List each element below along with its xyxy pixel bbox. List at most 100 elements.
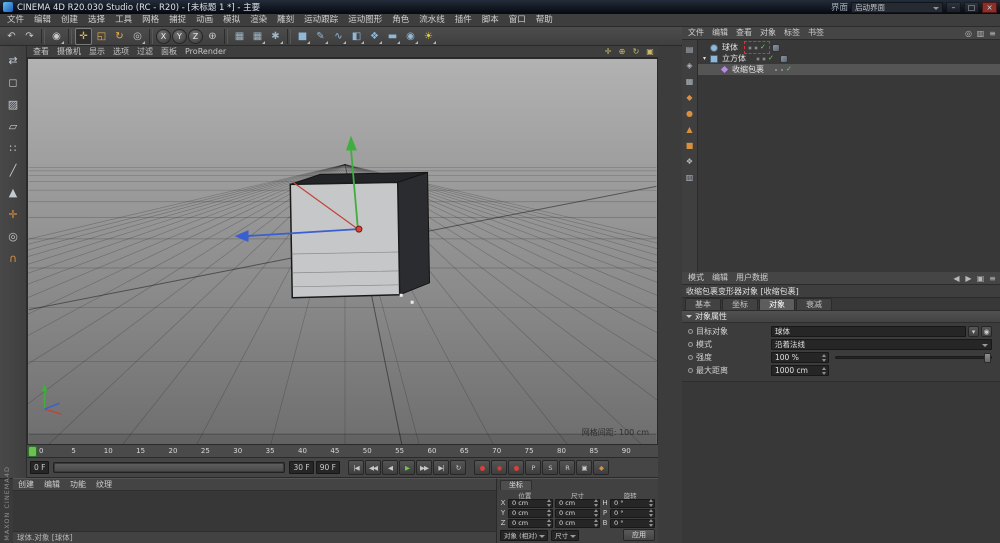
current-frame-marker[interactable]	[28, 446, 37, 457]
interface-dropdown[interactable]: 启动界面	[851, 2, 943, 13]
separator[interactable]	[41, 29, 45, 44]
frame-tick-label[interactable]: 0	[39, 447, 71, 455]
om-menu-icon[interactable]: ≡	[987, 28, 998, 38]
object-type-icon[interactable]	[710, 55, 718, 63]
range-end-field[interactable]: 90 F	[316, 461, 340, 474]
frame-tick-label[interactable]: 45	[330, 447, 362, 455]
add-array-menu[interactable]: ❖	[366, 28, 383, 45]
size-mode-dropdown[interactable]: 尺寸	[551, 530, 579, 541]
mode-dropdown[interactable]: 沿着法线	[771, 339, 992, 350]
menubar-item[interactable]: 雕刻	[272, 14, 299, 26]
spinner-icon[interactable]	[593, 509, 598, 517]
target-object-link-field[interactable]: 球体	[771, 326, 966, 337]
rotation-field[interactable]: 0 °	[610, 499, 655, 508]
side-palette-icon-8[interactable]: ❖	[683, 155, 696, 168]
tab-basic[interactable]: 基本	[685, 298, 721, 310]
menubar-item[interactable]: 文件	[2, 14, 29, 26]
filter-icon[interactable]: ▥	[975, 28, 986, 38]
enabled-check-icon[interactable]	[786, 66, 792, 73]
frame-tick-label[interactable]: 10	[104, 447, 136, 455]
position-field[interactable]: 0 cm	[508, 499, 553, 508]
lock-icon[interactable]: ▣	[975, 273, 986, 283]
tab-coordinates[interactable]: 坐标	[722, 298, 758, 310]
maximize-button[interactable]	[964, 2, 979, 13]
apply-button[interactable]: 应用	[623, 529, 655, 541]
separator[interactable]	[224, 29, 228, 44]
editor-visibility-dot[interactable]	[756, 57, 760, 61]
spinner-icon[interactable]	[546, 509, 551, 517]
move-tool[interactable]: ✛	[75, 28, 92, 45]
frame-tick-label[interactable]: 90	[622, 447, 654, 455]
timeline-range-slider[interactable]	[53, 462, 285, 473]
zoom-view-icon[interactable]: ⊕	[616, 47, 628, 57]
viewport-menu-item[interactable]: ProRender	[181, 46, 230, 58]
render-picture-viewer-button[interactable]: ▦	[249, 28, 266, 45]
spinner-icon[interactable]	[648, 509, 653, 517]
menubar-item[interactable]: 流水线	[414, 14, 450, 26]
render-visibility-dot[interactable]	[762, 57, 766, 61]
texture-mode-button[interactable]: ▨	[4, 95, 22, 113]
previous-frame-button[interactable]: ◀	[382, 460, 398, 475]
lock-z-axis-button[interactable]: Z	[188, 29, 203, 44]
frame-tick-label[interactable]: 20	[169, 447, 201, 455]
object-manager-menu-item[interactable]: 书签	[804, 27, 828, 39]
live-selection-tool[interactable]: ◉	[48, 28, 65, 45]
search-icon[interactable]: ◎	[963, 28, 974, 38]
separator[interactable]	[149, 29, 153, 44]
record-position-toggle[interactable]: P	[525, 460, 541, 475]
menubar-item[interactable]: 插件	[450, 14, 477, 26]
material-menu-item[interactable]: 编辑	[39, 479, 65, 491]
object-row-cube[interactable]: ▾ 立方体	[698, 53, 1000, 64]
phong-tag-icon[interactable]	[780, 55, 788, 63]
menubar-item[interactable]: 网格	[137, 14, 164, 26]
coordinates-tab[interactable]: 坐标	[500, 480, 532, 490]
expander-icon[interactable]: ▾	[701, 55, 708, 62]
menubar-item[interactable]: 编辑	[29, 14, 56, 26]
add-camera-menu[interactable]: ◉	[402, 28, 419, 45]
last-used-tool[interactable]: ◎	[129, 28, 146, 45]
frame-tick-label[interactable]: 65	[460, 447, 492, 455]
max-distance-field[interactable]: 1000 cm	[771, 365, 829, 376]
rotate-view-icon[interactable]: ↻	[630, 47, 642, 57]
next-frame-button[interactable]: ▶▶	[416, 460, 432, 475]
enable-axis-button[interactable]: ✛	[4, 205, 22, 223]
enabled-check-icon[interactable]	[760, 44, 766, 51]
timeline-ruler[interactable]: 051015202530354045505560657075808590	[27, 445, 658, 458]
range-start-field[interactable]: 30 F	[289, 461, 313, 474]
record-objects-button[interactable]: ●	[508, 460, 524, 475]
side-palette-icon-4[interactable]: ◆	[683, 91, 696, 104]
viewport-menu-item[interactable]: 查看	[29, 46, 53, 58]
keyframe-dot[interactable]	[688, 342, 693, 347]
object-manager-menu-item[interactable]: 对象	[756, 27, 780, 39]
object-manager-menu-item[interactable]: 标签	[780, 27, 804, 39]
redo-button[interactable]: ↷	[21, 28, 38, 45]
enabled-check-icon[interactable]	[768, 55, 774, 62]
menubar-item[interactable]: 角色	[387, 14, 414, 26]
object-manager-menu-item[interactable]: 文件	[684, 27, 708, 39]
menubar-item[interactable]: 工具	[110, 14, 137, 26]
history-back-icon[interactable]: ◀	[951, 273, 962, 283]
phong-tag-icon[interactable]	[772, 44, 780, 52]
material-menu-item[interactable]: 创建	[13, 479, 39, 491]
toggle-view-icon[interactable]: ▣	[644, 47, 656, 57]
next-key-button[interactable]: ▶|	[433, 460, 449, 475]
tab-object[interactable]: 对象	[759, 298, 795, 310]
frame-tick-label[interactable]: 60	[428, 447, 460, 455]
attribute-menu-item[interactable]: 模式	[684, 272, 708, 284]
separator[interactable]	[68, 29, 72, 44]
enable-snap-button[interactable]: ∩	[4, 249, 22, 267]
menubar-item[interactable]: 窗口	[504, 14, 531, 26]
size-field[interactable]: 0 cm	[555, 499, 600, 508]
object-type-icon[interactable]	[710, 44, 718, 52]
side-palette-icon-5[interactable]: ●	[683, 107, 696, 120]
viewport-menu-item[interactable]: 面板	[157, 46, 181, 58]
add-spline-menu[interactable]: ∿	[330, 28, 347, 45]
position-field[interactable]: 0 cm	[508, 519, 553, 528]
lock-x-axis-button[interactable]: X	[156, 29, 171, 44]
spinner-icon[interactable]	[821, 367, 826, 375]
strength-field[interactable]: 100 %	[771, 352, 829, 363]
viewport-menu-item[interactable]: 摄像机	[53, 46, 85, 58]
menubar-item[interactable]: 选择	[83, 14, 110, 26]
rotation-field[interactable]: 0 °	[610, 509, 655, 518]
frame-tick-label[interactable]: 50	[363, 447, 395, 455]
